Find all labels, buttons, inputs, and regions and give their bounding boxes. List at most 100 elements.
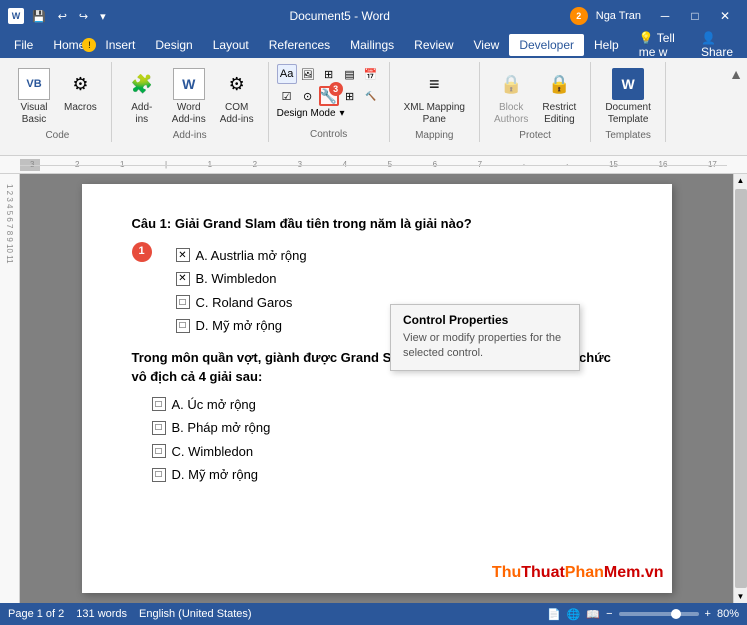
answer-d-text: D. Mỹ mở rộng [196,316,283,336]
ctrl-picture-icon[interactable]: 🖼 [298,64,318,84]
scrollbar-vertical[interactable]: ▲ ▼ [733,174,747,603]
menu-share[interactable]: 👤 Share [691,27,743,63]
ctrl-radio-icon[interactable]: ⊙ [298,86,318,106]
ribbon-group-mapping: ≡ XML MappingPane Mapping [390,62,480,142]
ctrl-checkbox-icon[interactable]: ☑ [277,86,297,106]
minimize-btn[interactable]: ─ [651,2,679,30]
menu-file[interactable]: File [4,34,43,56]
step3-badge: 3 [329,82,343,96]
document-scroll[interactable]: Câu 1: Giải Grand Slam đầu tiên trong nă… [20,174,733,603]
checkbox-a2[interactable]: □ [152,397,166,411]
word-add-ins-label: WordAdd-ins [172,102,206,126]
answer-b2: □ B. Pháp mở rộng [152,418,622,438]
checkbox-d[interactable]: □ [176,319,190,333]
ctrl-mode-icon[interactable]: 🔨 [361,86,381,106]
zoom-minus-btn[interactable]: − [606,608,612,620]
ribbon-group-controls: Aa 🖼 ⊞ ▤ 📅 ☑ ⊙ 🔧 3 ⊞ 🔨 D [269,62,390,142]
xml-mapping-btn[interactable]: ≡ XML MappingPane [398,64,471,130]
answer-c: □ C. Roland Garos [176,293,307,313]
visual-basic-btn[interactable]: VB VisualBasic [12,64,56,130]
menu-tell-me[interactable]: 💡 Tell me w [629,27,691,63]
watermark: ThuThuatPhanMem.vn [492,561,664,585]
macros-btn[interactable]: ⚙ Macros ! [58,64,103,118]
macros-icon: ⚙ [64,68,96,100]
save-btn[interactable]: 💾 [28,8,50,25]
menu-insert[interactable]: Insert [95,34,145,56]
checkbox-c2[interactable]: □ [152,444,166,458]
answer-d: □ D. Mỹ mở rộng [176,316,307,336]
menu-layout[interactable]: Layout [203,34,259,56]
answer-a: A. Austrlia mở rộng [176,246,307,266]
restrict-editing-btn[interactable]: 🔒 RestrictEditing [536,64,582,130]
answer-a-text: A. Austrlia mở rộng [196,246,307,266]
title-text: Document5 - Word [110,9,570,23]
document-page: Câu 1: Giải Grand Slam đầu tiên trong nă… [82,184,672,593]
menu-developer[interactable]: Developer [509,34,584,56]
answer-b-text: B. Wimbledon [196,269,277,289]
zoom-handle[interactable] [671,609,681,619]
block-authors-btn[interactable]: 🔒 BlockAuthors [488,64,534,130]
add-ins-btn[interactable]: 🧩 Add-ins [120,64,164,130]
restrict-editing-icon: 🔒 [543,68,575,100]
collapse-ribbon-btn[interactable]: ▲ [729,66,743,82]
ctrl-dropdown-icon[interactable]: ▤ [340,64,360,84]
word-icon: W [8,8,24,24]
scroll-down-btn[interactable]: ▼ [735,590,747,603]
view-web-icon[interactable]: 🌐 [567,608,581,621]
document-template-icon: W [612,68,644,100]
answer-b: B. Wimbledon [176,269,307,289]
com-add-ins-btn[interactable]: ⚙ COMAdd-ins [214,64,260,130]
ctrl-date-icon[interactable]: 📅 [361,64,381,84]
ribbon-group-addins: 🧩 Add-ins W WordAdd-ins ⚙ COMAdd-ins Add… [112,62,269,142]
tooltip-body: View or modify properties for the select… [403,331,567,362]
ctrl-combobox-icon[interactable]: ⊞ [319,64,339,84]
window-controls: 2 Nga Tran ─ □ ✕ [570,2,739,30]
status-right: 📄 🌐 📖 − + 80% [547,608,739,621]
visual-basic-icon: VB [18,68,50,100]
ribbon-group-protect: 🔒 BlockAuthors 🔒 RestrictEditing Protect [480,62,591,142]
document-template-btn[interactable]: W DocumentTemplate [599,64,657,130]
xml-mapping-icon: ≡ [418,68,450,100]
redo-btn[interactable]: ↪ [75,8,92,25]
ctrl-properties-icon[interactable]: 🔧 3 [319,86,339,106]
watermark-mem: Mem [604,564,640,581]
checkbox-b2[interactable]: □ [152,421,166,435]
word-add-ins-btn[interactable]: W WordAdd-ins [166,64,212,130]
view-read-icon[interactable]: 📖 [586,608,600,621]
zoom-slider[interactable] [619,612,699,616]
answer-c2-text: C. Wimbledon [172,442,254,462]
menu-references[interactable]: References [259,34,340,56]
menu-mailings[interactable]: Mailings [340,34,404,56]
answer-c2: □ C. Wimbledon [152,442,622,462]
zoom-level[interactable]: 80% [717,608,739,620]
answer-d2: □ D. Mỹ mở rộng [152,465,622,485]
menu-design[interactable]: Design [145,34,202,56]
language: English (United States) [139,608,252,620]
ruler: 3 2 1 | 1 2 3 4 5 6 7 · · 15 16 17 [0,156,747,174]
add-ins-icon: 🧩 [126,68,158,100]
restrict-editing-label: RestrictEditing [542,102,576,126]
word-count: 131 words [76,608,127,620]
customize-btn[interactable]: ▾ [96,8,110,25]
watermark-thuat: Thuat [521,564,565,581]
scroll-up-btn[interactable]: ▲ [735,174,747,187]
maximize-btn[interactable]: □ [681,2,709,30]
tooltip-title: Control Properties [403,313,567,327]
undo-btn[interactable]: ↩ [54,8,71,25]
checkbox-c[interactable]: □ [176,295,190,309]
zoom-plus-btn[interactable]: + [705,608,711,620]
checkbox-d2[interactable]: □ [152,468,166,482]
checkbox-b[interactable] [176,272,190,286]
menu-help[interactable]: Help [584,34,629,56]
view-print-icon[interactable]: 📄 [547,608,561,621]
menu-review[interactable]: Review [404,34,463,56]
menu-view[interactable]: View [464,34,510,56]
scroll-thumb[interactable] [735,189,747,588]
ctrl-group-icon[interactable]: ⊞ [340,86,360,106]
design-mode-icon: ▾ [340,108,345,119]
checkbox-a[interactable] [176,248,190,262]
ctrl-text-icon[interactable]: Aa [277,64,297,84]
document-template-label: DocumentTemplate [605,102,651,126]
answer-c-text: C. Roland Garos [196,293,293,313]
close-btn[interactable]: ✕ [711,2,739,30]
